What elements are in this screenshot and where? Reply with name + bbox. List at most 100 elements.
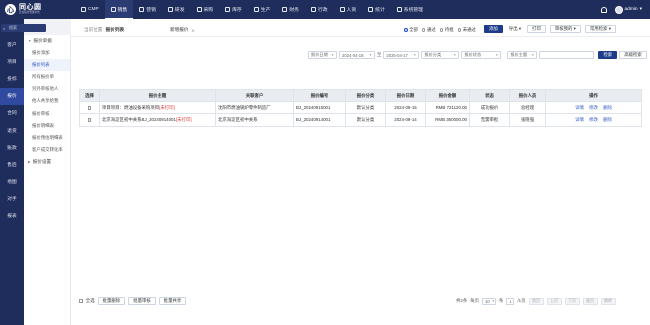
- sidebar-search-input[interactable]: ⌕ 搜索: [1, 24, 46, 32]
- detail-link[interactable]: 详情: [575, 117, 584, 122]
- cell-subject[interactable]: 项目项目：燃油设备采购项目[未打印]: [99, 101, 216, 115]
- topnav-item-inventory[interactable]: 库存: [219, 0, 248, 19]
- page-total: /1页: [517, 298, 526, 303]
- cell-customer[interactable]: 沈阳市燃油锅炉零件制造厂: [215, 101, 294, 115]
- batch-share-button[interactable]: 批量共享: [158, 297, 187, 305]
- topnav-item-marketing[interactable]: 营销: [133, 0, 162, 19]
- category-select[interactable]: 报价分类 ▼: [421, 51, 460, 59]
- next-page-button[interactable]: 下页: [564, 297, 580, 305]
- cell-customer[interactable]: 北京海淀区初中关系: [215, 113, 294, 127]
- my-approval-button[interactable]: 审核我的 ▾: [549, 25, 581, 33]
- status-select[interactable]: 报价状态 ▼: [461, 51, 502, 59]
- add-button[interactable]: 添加: [484, 25, 503, 33]
- close-icon[interactable]: ✕: [191, 28, 194, 33]
- print-button[interactable]: 打印: [527, 25, 546, 33]
- sidebar-item-contract[interactable]: 合同: [0, 105, 24, 122]
- subnav-item-quote-add[interactable]: 报价添加: [24, 47, 70, 59]
- sidebar-item-map[interactable]: 地图: [0, 174, 24, 191]
- keyword-field-select[interactable]: 报价主题 ▼: [507, 51, 538, 59]
- subnav-item-quote-estimate[interactable]: 报价预估明细表: [24, 132, 70, 144]
- search-button[interactable]: 检索: [598, 51, 618, 59]
- subnav-item-shared-to-me[interactable]: 他人共享给我: [24, 95, 70, 107]
- bell-icon[interactable]: [600, 6, 607, 13]
- topnav-item-production[interactable]: 生产: [248, 0, 277, 19]
- page-input[interactable]: 1: [506, 297, 515, 305]
- subnav-item-review-others[interactable]: 另外审核他人: [24, 83, 70, 95]
- topnav-item-cmp[interactable]: CMP: [75, 0, 105, 19]
- print-status-tag: [未打印]: [175, 116, 192, 122]
- sidebar-item-return[interactable]: 退货: [0, 122, 24, 139]
- header-status[interactable]: 状态: [469, 88, 510, 103]
- first-page-button[interactable]: 首页: [528, 297, 544, 305]
- delete-link[interactable]: 删除: [603, 105, 612, 110]
- subnav-item-conversion-rate[interactable]: 客户成交转化率: [24, 144, 70, 156]
- topnav-item-sales[interactable]: 销售: [104, 0, 134, 19]
- cell-category: 默认分类: [345, 101, 386, 115]
- sidebar-item-project[interactable]: 项目: [0, 53, 24, 70]
- quote-table: 选择 报价主题 关联客户 报价编号 报价分类 报价日期 报价金额 状态 报价人员…: [79, 88, 642, 127]
- sidebar-item-report[interactable]: 报表: [0, 208, 24, 225]
- header-date[interactable]: 报价日期: [385, 88, 426, 103]
- topnav-item-hr[interactable]: 人资: [334, 0, 363, 19]
- topnav-item-system[interactable]: 系统管理: [391, 0, 429, 19]
- keyword-input[interactable]: [539, 51, 595, 59]
- topnav-item-purchase[interactable]: 采购: [191, 0, 220, 19]
- go-button[interactable]: 跳转: [600, 297, 616, 305]
- edit-link[interactable]: 修改: [589, 117, 598, 122]
- batch-approve-button[interactable]: 批量审核: [128, 297, 156, 305]
- topnav-item-rd[interactable]: 研发: [162, 0, 191, 19]
- sidebar-item-label: 项目: [7, 58, 17, 64]
- tab-new-quote[interactable]: 新增报价 ✕: [170, 27, 195, 33]
- my-approval-label: 审核我的: [554, 26, 573, 31]
- header-staff[interactable]: 报价人员: [509, 88, 546, 103]
- subnav-item-quote-detail[interactable]: 报价明细表: [24, 120, 70, 132]
- topnav-item-finance[interactable]: 财务: [276, 0, 305, 19]
- subnav-group-quote-docs[interactable]: ▼ 报价单据: [24, 35, 70, 47]
- header-amount[interactable]: 报价金额: [425, 88, 470, 103]
- radio-label: 全部: [409, 27, 418, 32]
- sidebar-item-aftersales[interactable]: 售后: [0, 156, 24, 173]
- date-type-select[interactable]: 报价日期 ▼: [308, 51, 337, 59]
- header-subject[interactable]: 报价主题: [99, 88, 216, 103]
- common-search-button[interactable]: 常用检索 ▾: [584, 25, 616, 33]
- sidebar-item-bid[interactable]: 投标: [0, 70, 24, 87]
- radio-pending[interactable]: 待批: [439, 27, 454, 33]
- advanced-search-button[interactable]: 高级检索: [619, 51, 647, 59]
- date-to-input[interactable]: 2025-04-17 ▼: [383, 51, 420, 59]
- prev-page-button[interactable]: 上页: [546, 297, 562, 305]
- brand-logo[interactable]: 心 同心圆 企业综合管理平台: [0, 0, 75, 19]
- logo-mark-icon: 心: [5, 4, 16, 15]
- subnav-item-quote-list[interactable]: 报价列表: [24, 59, 70, 72]
- bottom-bar: 全选 批量删除 批量审核 批量共享 共2条 每页 10 ▼ 条 1 /1页 首页 …: [79, 296, 641, 306]
- cell-subject[interactable]: 北京海淀区初中关系BJ_20240914001[未打印]: [99, 113, 216, 127]
- radio-approved[interactable]: 通过: [421, 27, 436, 33]
- sidebar-item-accounts[interactable]: 账款: [0, 139, 24, 156]
- sidebar-item-quote[interactable]: 报价: [0, 87, 24, 105]
- subnav-item-all-quotes[interactable]: 所有报价单: [24, 71, 70, 83]
- topnav-item-stats[interactable]: 统计: [362, 0, 391, 19]
- export-button[interactable]: 导出 ▾: [506, 25, 524, 33]
- subnav-group-quote-settings[interactable]: ▶ 报价设置: [24, 156, 70, 168]
- delete-link[interactable]: 删除: [603, 117, 612, 122]
- header-category[interactable]: 报价分类: [345, 88, 386, 103]
- select-all-checkbox[interactable]: [79, 299, 83, 303]
- topnav-item-admin[interactable]: 行政: [305, 0, 334, 19]
- sidebar-item-customer[interactable]: 客户: [0, 36, 24, 53]
- batch-delete-button[interactable]: 批量删除: [97, 297, 126, 305]
- radio-all[interactable]: 全部: [404, 27, 418, 33]
- row-checkbox[interactable]: [87, 106, 92, 111]
- header-customer[interactable]: 关联客户: [215, 88, 294, 103]
- detail-link[interactable]: 详情: [575, 105, 584, 110]
- user-menu[interactable]: admin ▾: [614, 5, 642, 14]
- date-from-input[interactable]: 2024-04-18 ▼: [339, 51, 375, 59]
- edit-link[interactable]: 修改: [589, 105, 598, 110]
- radio-rejected[interactable]: 未通过: [457, 27, 476, 33]
- header-code[interactable]: 报价编号: [293, 88, 346, 103]
- subnav-item-quote-review[interactable]: 报价审核: [24, 107, 70, 119]
- row-checkbox[interactable]: [87, 118, 92, 123]
- cell-actions: 详情 修改 删除: [545, 101, 642, 115]
- sidebar-item-competitor[interactable]: 对手: [0, 191, 24, 208]
- select-all-label: 全选: [85, 298, 95, 303]
- per-page-select[interactable]: 10 ▼: [482, 297, 497, 305]
- last-page-button[interactable]: 尾页: [582, 297, 598, 305]
